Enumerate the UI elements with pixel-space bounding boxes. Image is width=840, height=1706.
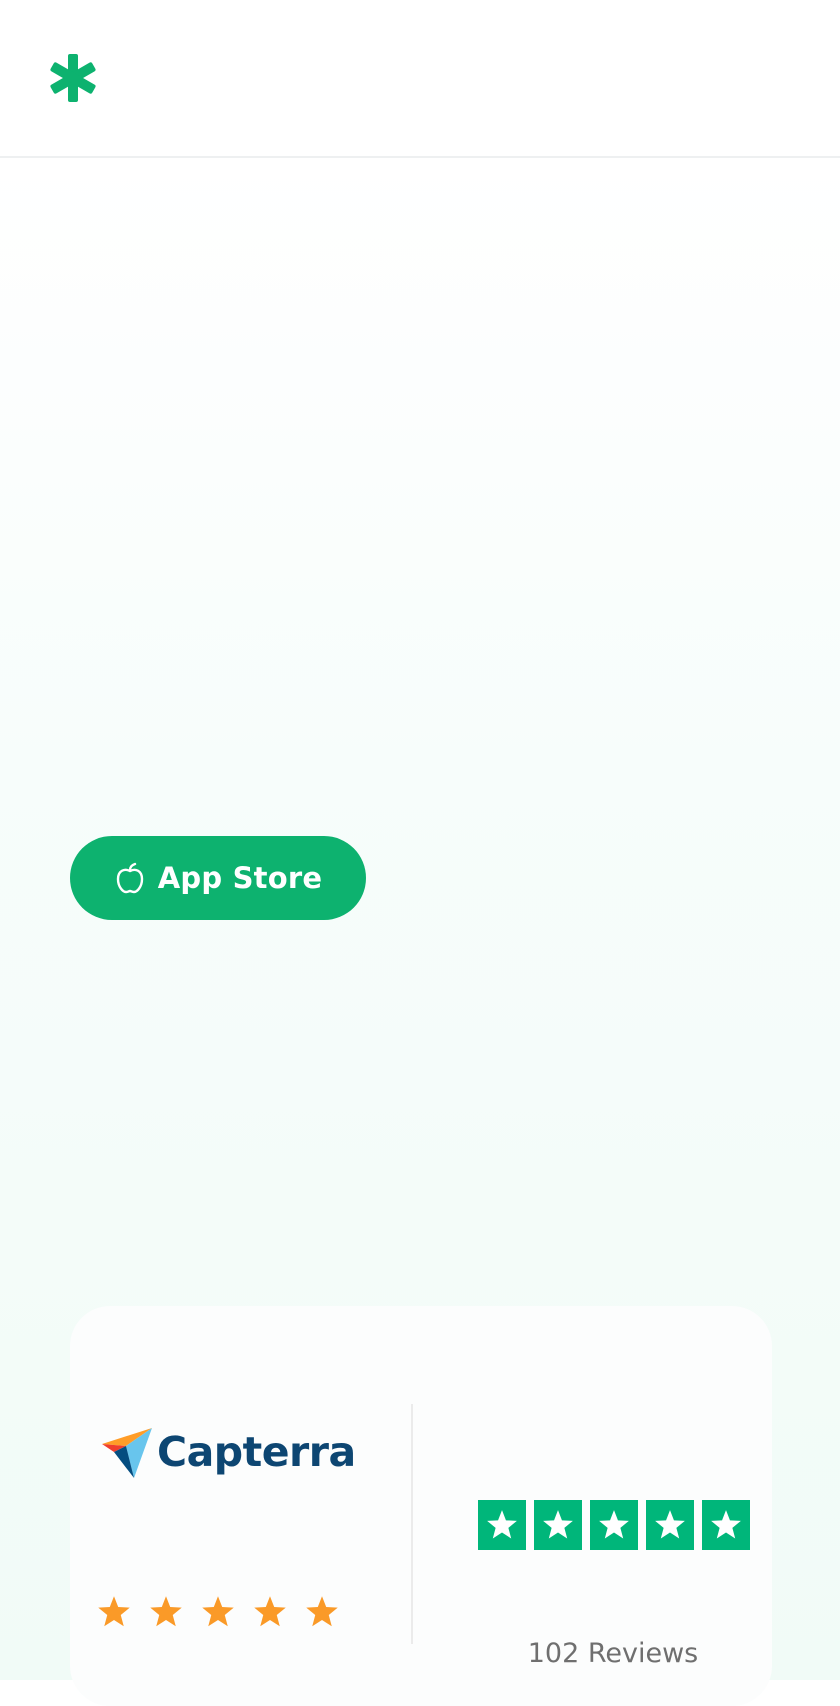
capterra-wordmark: Capterra — [157, 1427, 356, 1476]
star-icon — [711, 1510, 741, 1539]
card-divider — [411, 1404, 413, 1644]
star-icon — [487, 1510, 517, 1539]
capterra-logo[interactable]: Capterra — [100, 1424, 356, 1480]
reviews-count[interactable]: 102 Reviews — [478, 1637, 748, 1671]
asterisk-logo-icon[interactable] — [48, 52, 98, 104]
app-store-button[interactable]: App Store — [70, 836, 366, 920]
app-store-label: App Store — [157, 861, 323, 895]
trustpilot-star-box — [478, 1500, 526, 1550]
star-icon — [599, 1510, 629, 1539]
trustpilot-star-rating[interactable] — [478, 1500, 750, 1550]
star-icon — [655, 1510, 685, 1539]
star-icon — [306, 1596, 338, 1627]
trustpilot-star-box — [590, 1500, 638, 1550]
star-icon — [254, 1596, 286, 1627]
capterra-star-rating — [96, 1594, 340, 1630]
apple-icon — [116, 862, 143, 894]
trustpilot-star-box — [702, 1500, 750, 1550]
star-icon — [543, 1510, 573, 1539]
star-icon — [98, 1596, 130, 1627]
capterra-arrow-icon — [102, 1428, 152, 1478]
star-icon — [150, 1596, 182, 1627]
trustpilot-star-box — [646, 1500, 694, 1550]
site-header — [0, 0, 840, 158]
star-icon — [202, 1596, 234, 1627]
trustpilot-star-box — [534, 1500, 582, 1550]
